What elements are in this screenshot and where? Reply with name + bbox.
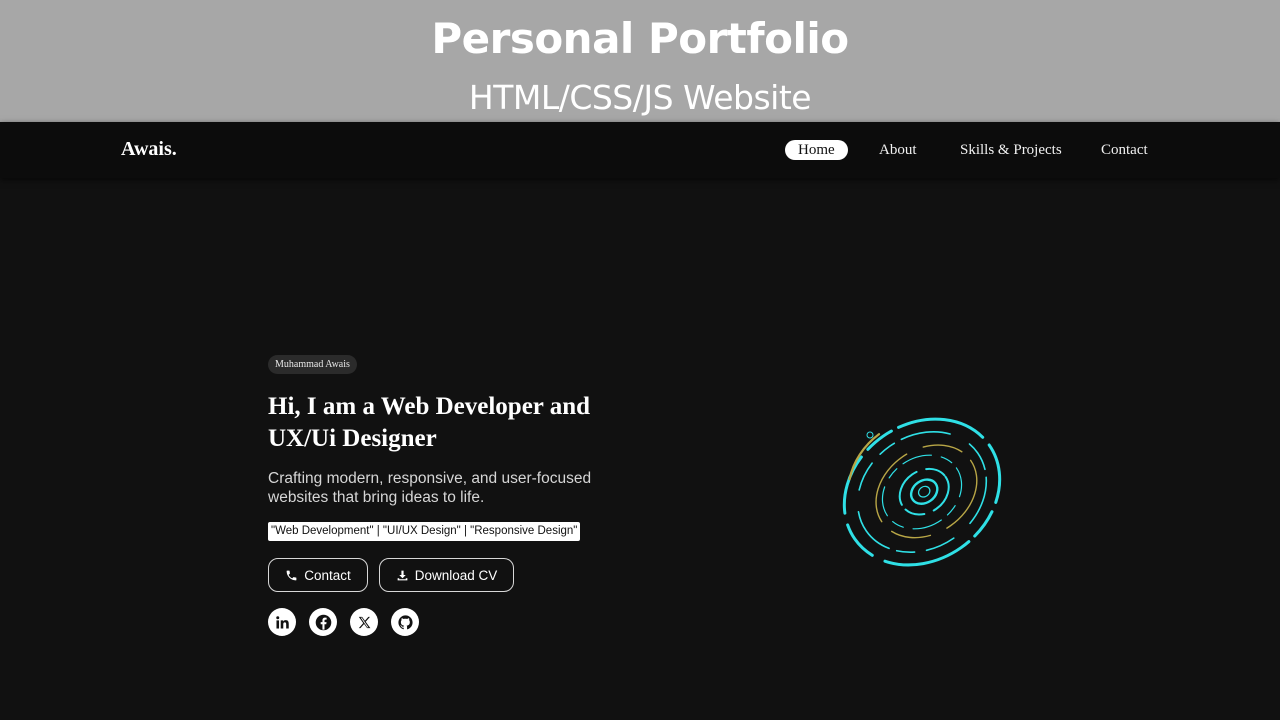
- phone-icon: [286, 570, 297, 580]
- banner-title: Personal Portfolio: [431, 14, 849, 63]
- hero-buttons: Contact Download CV: [268, 558, 688, 592]
- animated-orb-graphic: [842, 417, 1002, 567]
- hero-headline: Hi, I am a Web Developer and UX/Ui Desig…: [268, 393, 591, 452]
- nav-item-contact[interactable]: Contact: [1101, 140, 1148, 161]
- site-logo[interactable]: Awais.: [121, 138, 177, 161]
- download-icon: [397, 570, 408, 580]
- contact-button-label: Contact: [304, 567, 351, 583]
- hero-section: Muhammad Awais Hi, I am a Web Developer …: [268, 352, 688, 636]
- facebook-icon: [315, 614, 331, 630]
- linkedin-link[interactable]: [268, 608, 296, 636]
- social-links: [268, 608, 688, 636]
- navbar: Awais. Home About Skills & Projects Cont…: [0, 122, 1280, 178]
- hero-tagline: Crafting modern, responsive, and user-fo…: [268, 470, 592, 506]
- nav-item-skills-projects[interactable]: Skills & Projects: [960, 140, 1062, 161]
- name-badge: Muhammad Awais: [268, 355, 357, 374]
- linkedin-icon: [275, 615, 289, 629]
- x-twitter-link[interactable]: [350, 608, 378, 636]
- download-button-label: Download CV: [414, 567, 498, 583]
- nav-item-about[interactable]: About: [879, 140, 917, 161]
- roles-typed-text: "Web Development" | "UI/UX Design" | "Re…: [268, 522, 581, 541]
- contact-button[interactable]: Contact: [268, 558, 368, 592]
- github-icon: [397, 614, 413, 629]
- title-banner: Personal Portfolio HTML/CSS/JS Website: [0, 0, 1280, 122]
- github-link[interactable]: [391, 608, 419, 636]
- banner-subtitle: HTML/CSS/JS Website: [468, 78, 812, 117]
- download-cv-button[interactable]: Download CV: [379, 558, 514, 592]
- x-icon: [358, 616, 370, 628]
- nav-item-home[interactable]: Home: [785, 140, 848, 160]
- facebook-link[interactable]: [309, 608, 337, 636]
